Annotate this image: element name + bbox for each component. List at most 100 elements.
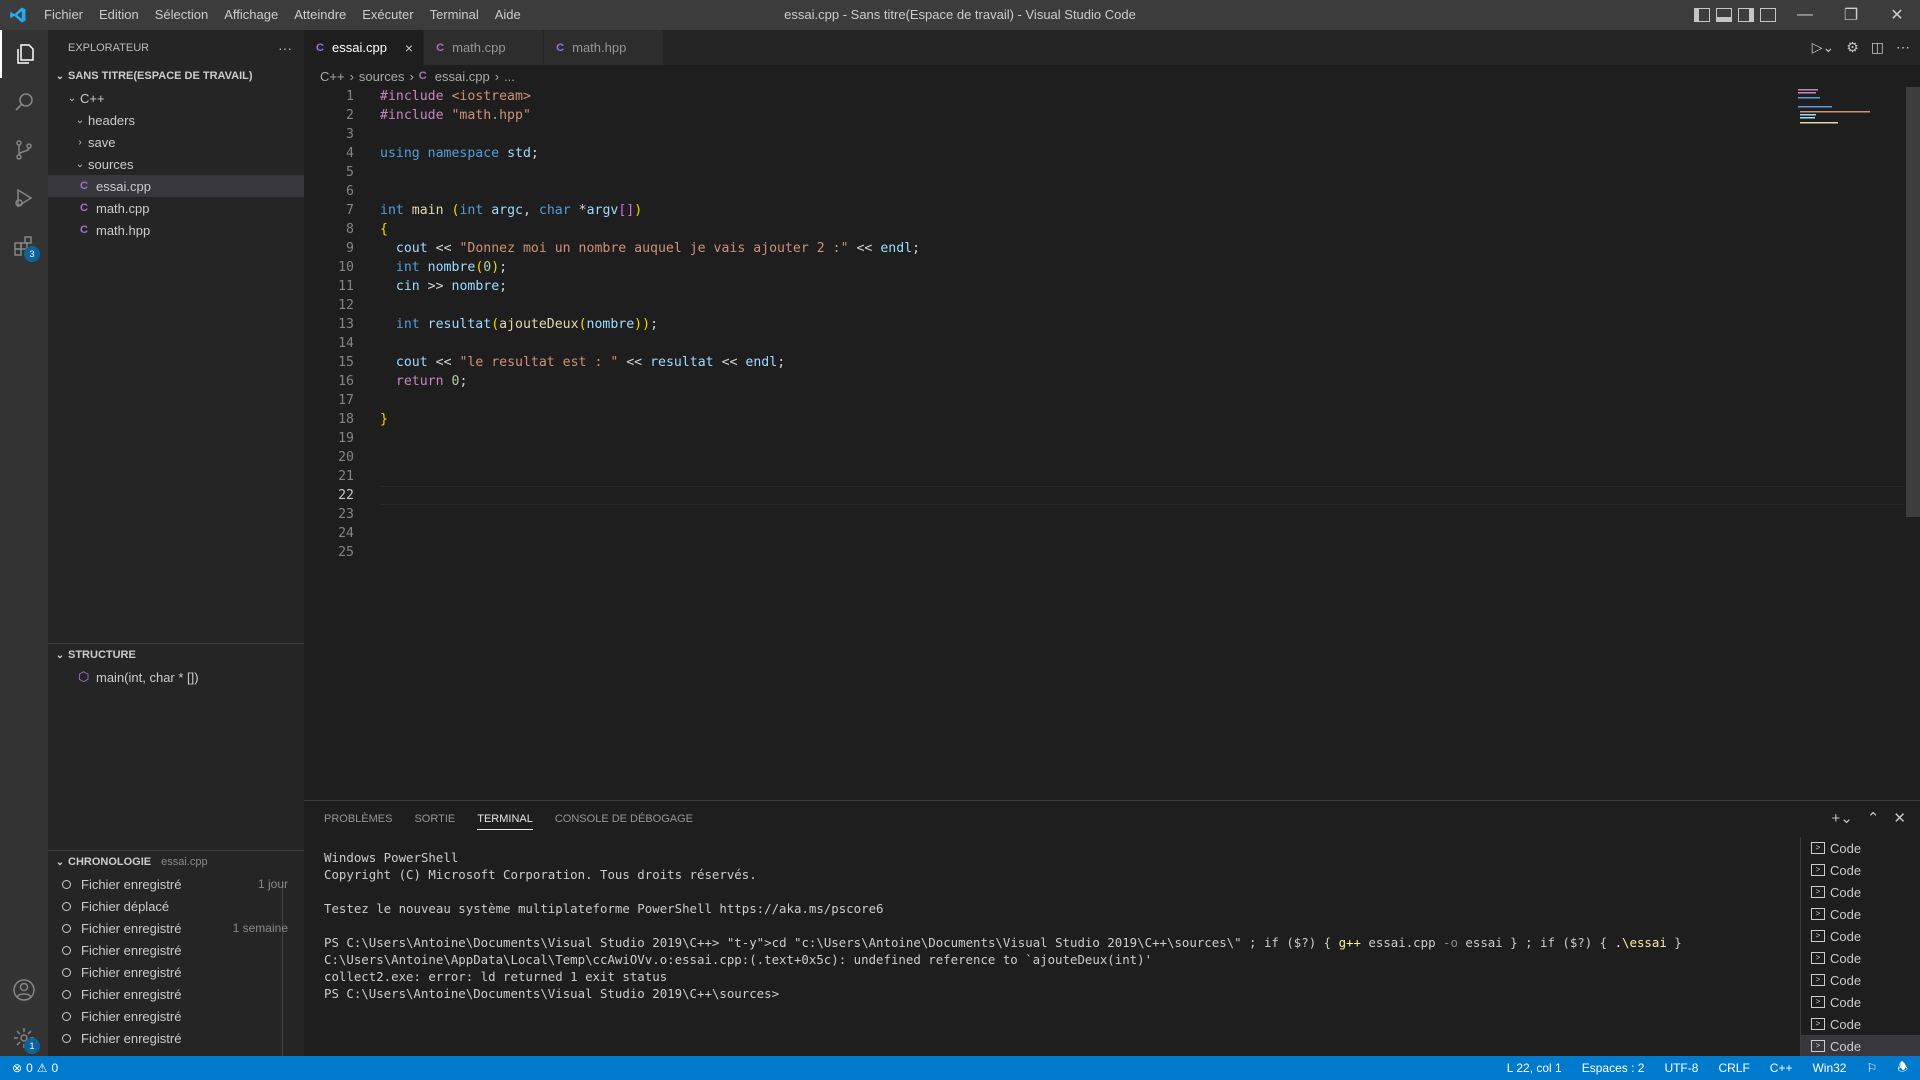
terminal-instance[interactable]: > Code	[1801, 969, 1920, 991]
timeline-item[interactable]: Fichier enregistré 1 jour	[48, 873, 304, 895]
menu-atteindre[interactable]: Atteindre	[286, 0, 354, 30]
cursor-position[interactable]: L 22, col 1	[1507, 1061, 1562, 1075]
code-line[interactable]: 3	[304, 125, 1904, 144]
menu-terminal[interactable]: Terminal	[422, 0, 487, 30]
code-line[interactable]: 25	[304, 543, 1904, 562]
notifications-bell-icon[interactable]: 🕭	[1897, 1058, 1908, 1079]
indentation[interactable]: Espaces : 2	[1582, 1061, 1645, 1075]
timeline-section-header[interactable]: ⌄ CHRONOLOGIE essai.cpp	[48, 851, 304, 873]
timeline-item[interactable]: Fichier enregistré	[48, 961, 304, 983]
tree-item-headers[interactable]: ⌄ headers	[48, 109, 304, 131]
platform[interactable]: Win32	[1812, 1061, 1846, 1075]
feedback-icon[interactable]: ⚐	[1866, 1061, 1877, 1075]
code-line[interactable]: 4 using namespace std;	[304, 144, 1904, 163]
breadcrumb-item[interactable]: essai.cpp	[435, 69, 490, 84]
code-line[interactable]: 21	[304, 467, 1904, 486]
code-line[interactable]: 15 cout << "le resultat est : " << resul…	[304, 353, 1904, 372]
minimap[interactable]	[1796, 87, 1906, 127]
code-line[interactable]: 9 cout << "Donnez moi un nombre auquel j…	[304, 239, 1904, 258]
tab-terminal[interactable]: TERMINAL	[477, 813, 533, 830]
code-line[interactable]: 10 int nombre(0);	[304, 258, 1904, 277]
code-line[interactable]: 24	[304, 524, 1904, 543]
code-editor[interactable]: 1 #include <iostream> 2 #include "math.hpp"…	[304, 87, 1904, 795]
code-line[interactable]: 18}	[304, 410, 1904, 429]
run-debug-icon[interactable]	[0, 174, 48, 222]
terminal-instance[interactable]: > Code	[1801, 859, 1920, 881]
tab-sortie[interactable]: SORTIE	[414, 813, 455, 825]
code-line[interactable]: 14	[304, 334, 1904, 353]
tree-item-essai-cpp[interactable]: C essai.cpp	[48, 175, 304, 197]
accounts-icon[interactable]	[0, 966, 48, 1014]
terminal-instance[interactable]: > Code	[1801, 991, 1920, 1013]
tab-essai-cpp[interactable]: C essai.cpp ×	[304, 30, 425, 65]
toggle-sidebar-icon[interactable]	[1694, 8, 1710, 22]
terminal-instance[interactable]: > Code	[1801, 947, 1920, 969]
timeline-item[interactable]: Fichier enregistré	[48, 1027, 304, 1049]
menu-selection[interactable]: Sélection	[147, 0, 216, 30]
terminal-instance[interactable]: > Code	[1801, 881, 1920, 903]
timeline-item[interactable]: Fichier enregistré	[48, 983, 304, 1005]
tree-item-math-hpp[interactable]: C math.hpp	[48, 219, 304, 241]
toggle-secondary-sidebar-icon[interactable]	[1738, 8, 1754, 22]
code-line[interactable]: 6	[304, 182, 1904, 201]
code-line[interactable]: 17	[304, 391, 1904, 410]
menu-edition[interactable]: Edition	[91, 0, 147, 30]
encoding[interactable]: UTF-8	[1664, 1061, 1698, 1075]
structure-section-header[interactable]: ⌄ STRUCTURE	[48, 644, 304, 666]
explorer-more-button[interactable]: ···	[278, 40, 292, 56]
tree-item-sources[interactable]: ⌄ sources	[48, 153, 304, 175]
code-line[interactable]: 13 int resultat(ajouteDeux(nombre));	[304, 315, 1904, 334]
tab-math-hpp[interactable]: C math.hpp	[544, 30, 665, 65]
tab-math-cpp[interactable]: C math.cpp	[424, 30, 545, 65]
line-ending[interactable]: CRLF	[1718, 1061, 1749, 1075]
maximize-panel-icon[interactable]: ⌃	[1867, 809, 1880, 827]
structure-item[interactable]: ⬡ main(int, char * [])	[48, 666, 304, 688]
tab-problemes[interactable]: PROBLÈMES	[324, 813, 392, 825]
code-line[interactable]: 2 #include "math.hpp"	[304, 106, 1904, 125]
extensions-icon[interactable]: 3	[0, 222, 48, 270]
explorer-icon[interactable]	[0, 30, 48, 78]
tree-item-cpp[interactable]: ⌄ C++	[48, 87, 304, 109]
terminal-instance[interactable]: > Code	[1801, 903, 1920, 925]
menu-executer[interactable]: Exécuter	[354, 0, 421, 30]
code-line[interactable]: 5	[304, 163, 1904, 182]
tree-item-save[interactable]: › save	[48, 131, 304, 153]
terminal-instance[interactable]: > Code	[1801, 925, 1920, 947]
code-line[interactable]: 20	[304, 448, 1904, 467]
menu-fichier[interactable]: Fichier	[36, 0, 91, 30]
code-line[interactable]: 7 int main (int argc, char *argv[])	[304, 201, 1904, 220]
customize-layout-icon[interactable]	[1760, 8, 1776, 22]
language-mode[interactable]: C++	[1770, 1061, 1793, 1075]
close-panel-icon[interactable]: ✕	[1893, 809, 1906, 827]
new-terminal-icon[interactable]: +⌄	[1832, 809, 1853, 827]
code-line[interactable]: 22	[304, 486, 1904, 505]
code-line[interactable]: 1 #include <iostream>	[304, 87, 1904, 106]
close-tab-icon[interactable]: ×	[387, 40, 413, 56]
timeline-item[interactable]: Fichier enregistré	[48, 939, 304, 961]
scrollbar-thumb[interactable]	[1906, 87, 1920, 517]
code-line[interactable]: 16 return 0;	[304, 372, 1904, 391]
restore-icon[interactable]: ❐	[1828, 0, 1874, 30]
code-line[interactable]: 11 cin >> nombre;	[304, 277, 1904, 296]
breadcrumb-item[interactable]: ...	[504, 69, 515, 84]
search-icon[interactable]	[0, 78, 48, 126]
timeline-item[interactable]: Fichier enregistré 1 semaine	[48, 917, 304, 939]
breadcrumb-item[interactable]: sources	[359, 69, 405, 84]
menu-aide[interactable]: Aide	[487, 0, 529, 30]
breadcrumb-item[interactable]: C++	[320, 69, 345, 84]
problems-indicator[interactable]: ⊗ 0 ⚠ 0	[0, 1061, 58, 1075]
code-line[interactable]: 23	[304, 505, 1904, 524]
settings-gear-icon[interactable]: 1	[0, 1014, 48, 1062]
terminal-instance[interactable]: > Code	[1801, 1035, 1920, 1057]
gear-icon[interactable]: ⚙	[1846, 39, 1859, 56]
tree-item-math-cpp[interactable]: C math.cpp	[48, 197, 304, 219]
terminal-output[interactable]: Windows PowerShell Copyright (C) Microso…	[324, 849, 1754, 1002]
source-control-icon[interactable]	[0, 126, 48, 174]
run-icon[interactable]: ▷⌄	[1812, 39, 1835, 56]
editor-scrollbar[interactable]	[1906, 87, 1920, 795]
terminal-instance[interactable]: > Code	[1801, 837, 1920, 859]
split-editor-icon[interactable]: ◫	[1871, 39, 1884, 56]
code-line[interactable]: 12	[304, 296, 1904, 315]
toggle-panel-icon[interactable]	[1716, 8, 1732, 22]
timeline-item[interactable]: Fichier enregistré	[48, 1005, 304, 1027]
